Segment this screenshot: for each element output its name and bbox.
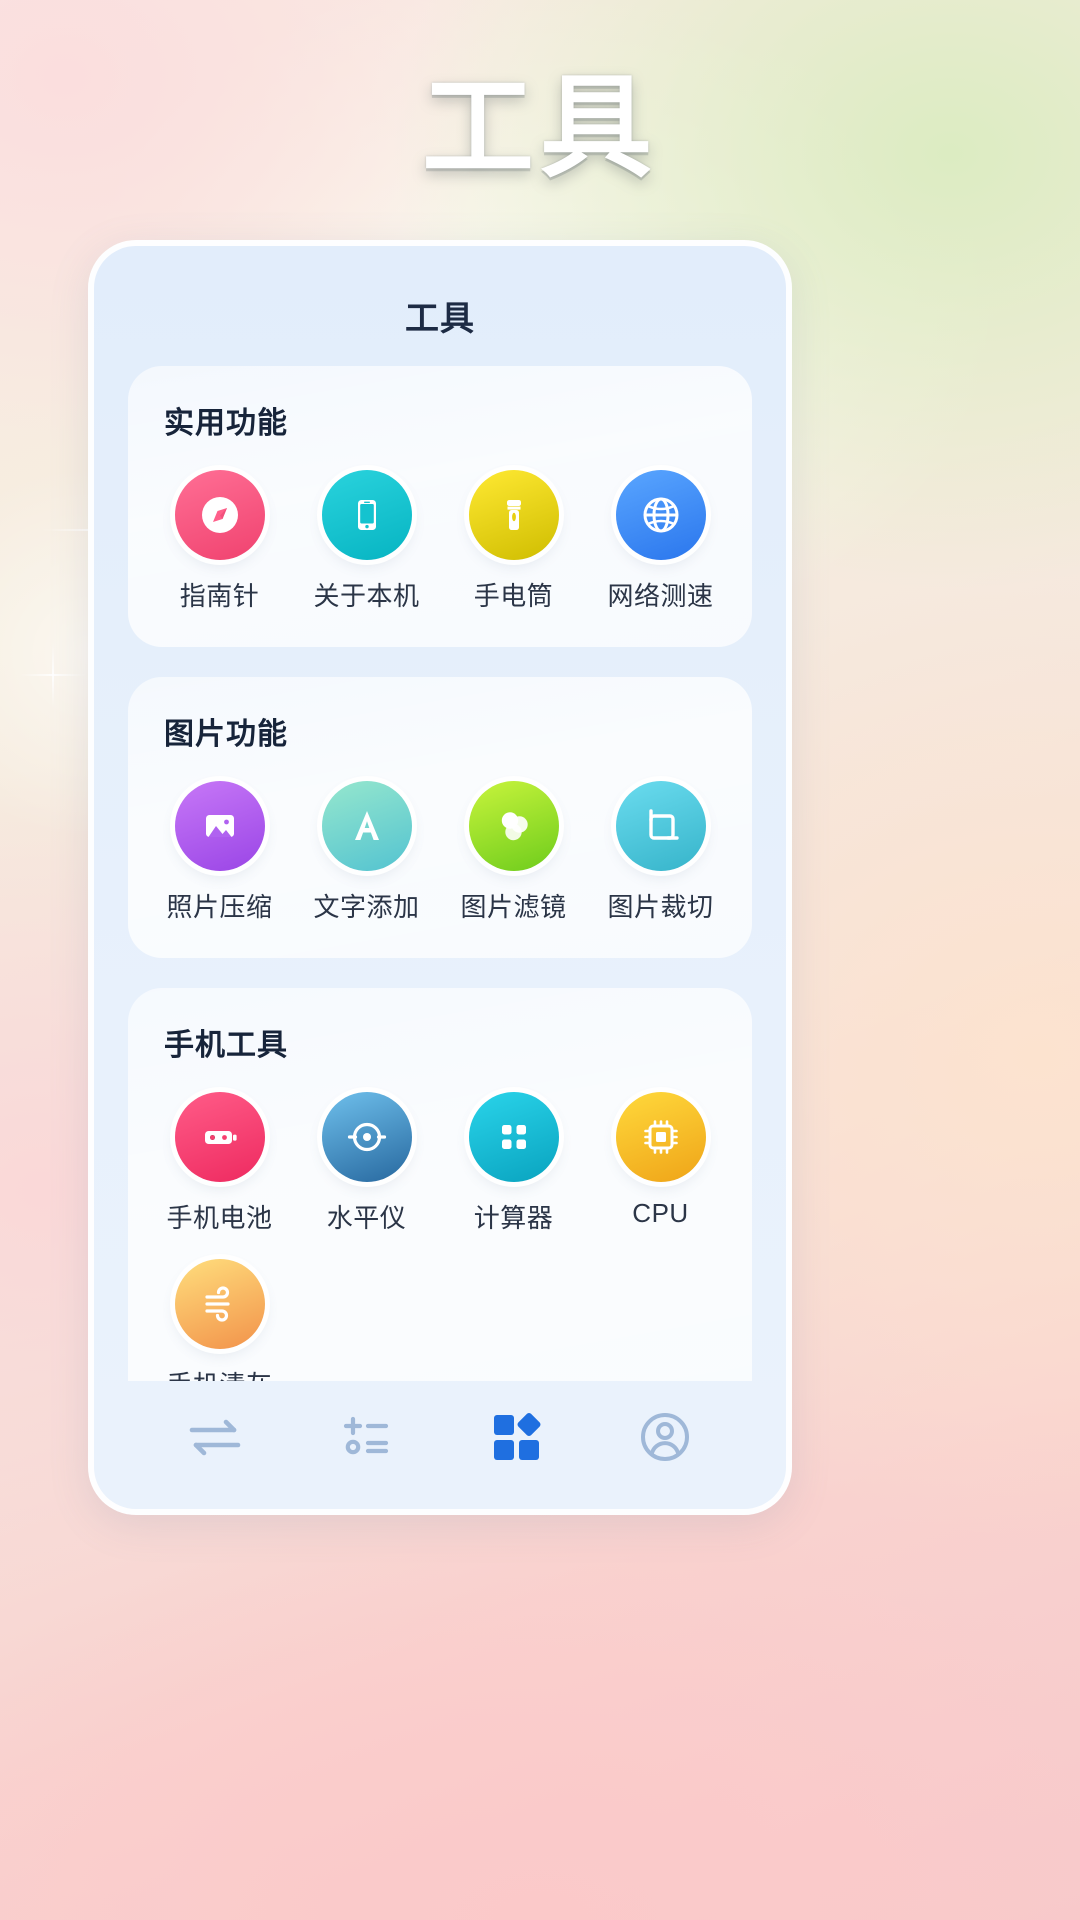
bottom-navigation-bar	[94, 1381, 786, 1509]
tile-level[interactable]: 水平仪	[293, 1078, 440, 1245]
battery-icon	[174, 1092, 265, 1182]
sparkle-decoration	[18, 640, 88, 710]
tile-phone-dust-clean[interactable]: 手机清灰	[146, 1245, 293, 1381]
tile-label: 照片压缩	[166, 892, 273, 922]
tile-about-device[interactable]: 关于本机	[293, 456, 440, 623]
cpu-icon	[615, 1092, 706, 1182]
tile-label: 图片裁切	[607, 892, 714, 922]
tile-label: 水平仪	[326, 1203, 407, 1233]
filter-icon	[468, 781, 559, 871]
tile-calculator[interactable]: 计算器	[440, 1078, 587, 1245]
tile-label: 文字添加	[313, 892, 420, 922]
tile-cpu[interactable]: CPU	[587, 1078, 734, 1245]
tile-label: 关于本机	[313, 581, 420, 611]
section-phone: 手机工具 手机电池 水平仪 计算器 CPU	[128, 988, 752, 1381]
tile-add-text[interactable]: 文字添加	[293, 767, 440, 934]
tile-phone-battery[interactable]: 手机电池	[146, 1078, 293, 1245]
nav-item-tools[interactable]	[440, 1409, 590, 1465]
tile-photo-compress[interactable]: 照片压缩	[146, 767, 293, 934]
globe-icon	[615, 470, 706, 560]
nav-item-profile[interactable]	[590, 1409, 740, 1465]
tile-label: 图片滤镜	[460, 892, 567, 922]
tile-grid-utility: 指南针 关于本机 手电筒 网络测速	[146, 456, 734, 623]
tile-grid-phone: 手机电池 水平仪 计算器 CPU	[146, 1078, 734, 1381]
tile-network-speed[interactable]: 网络测速	[587, 456, 734, 623]
grid-blocks-icon	[484, 1409, 546, 1465]
list-add-icon	[334, 1414, 396, 1460]
flashlight-icon	[468, 470, 559, 560]
compass-icon	[174, 470, 265, 560]
section-title-phone: 手机工具	[164, 1029, 288, 1062]
user-circle-icon	[637, 1409, 693, 1465]
level-icon	[321, 1092, 412, 1182]
tile-label: 手机电池	[166, 1203, 273, 1233]
sections-container: 实用功能 指南针 关于本机 手电筒 网络测速 图片功能 照片压缩 文字添加 图片…	[94, 358, 786, 1381]
text-a-icon	[321, 781, 412, 871]
tile-label: CPU	[632, 1198, 689, 1228]
tile-image-crop[interactable]: 图片裁切	[587, 767, 734, 934]
section-utility: 实用功能 指南针 关于本机 手电筒 网络测速	[128, 366, 752, 647]
section-title-utility: 实用功能	[164, 407, 288, 440]
tile-grid-image: 照片压缩 文字添加 图片滤镜 图片裁切	[146, 767, 734, 934]
tile-compass[interactable]: 指南针	[146, 456, 293, 623]
tile-flashlight[interactable]: 手电筒	[440, 456, 587, 623]
section-title-image: 图片功能	[164, 718, 288, 751]
phone-icon	[321, 470, 412, 560]
section-image: 图片功能 照片压缩 文字添加 图片滤镜 图片裁切	[128, 677, 752, 958]
page-title: 工具	[422, 65, 658, 190]
nav-item-transfer[interactable]	[140, 1414, 290, 1460]
tile-label: 计算器	[473, 1203, 554, 1233]
tile-label: 指南针	[179, 581, 260, 611]
tile-image-filter[interactable]: 图片滤镜	[440, 767, 587, 934]
tile-label: 网络测速	[607, 581, 714, 611]
card-header-title: 工具	[405, 299, 475, 338]
transfer-arrows-icon	[184, 1414, 246, 1460]
nav-item-list[interactable]	[290, 1414, 440, 1460]
tile-label: 手机清灰	[166, 1365, 272, 1381]
tile-label: 手电筒	[473, 581, 554, 611]
app-card: 工具 实用功能 指南针 关于本机 手电筒 网络测速 图片功能 照片压缩 文字添加…	[88, 240, 792, 1515]
calculator-icon	[468, 1092, 559, 1182]
crop-icon	[615, 781, 706, 871]
wind-icon	[174, 1259, 265, 1349]
picture-icon	[174, 781, 265, 871]
